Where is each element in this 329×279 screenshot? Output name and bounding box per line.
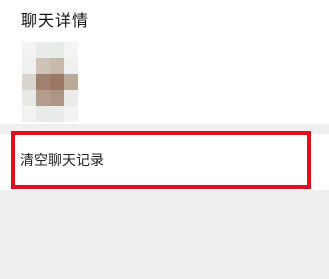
member-section bbox=[0, 36, 329, 124]
header-bar: 聊天详情 bbox=[0, 0, 329, 36]
highlight-annotation-box bbox=[11, 131, 311, 189]
empty-background-area bbox=[0, 190, 329, 279]
member-avatar-icon[interactable] bbox=[22, 42, 78, 122]
page-title: 聊天详情 bbox=[21, 11, 90, 30]
